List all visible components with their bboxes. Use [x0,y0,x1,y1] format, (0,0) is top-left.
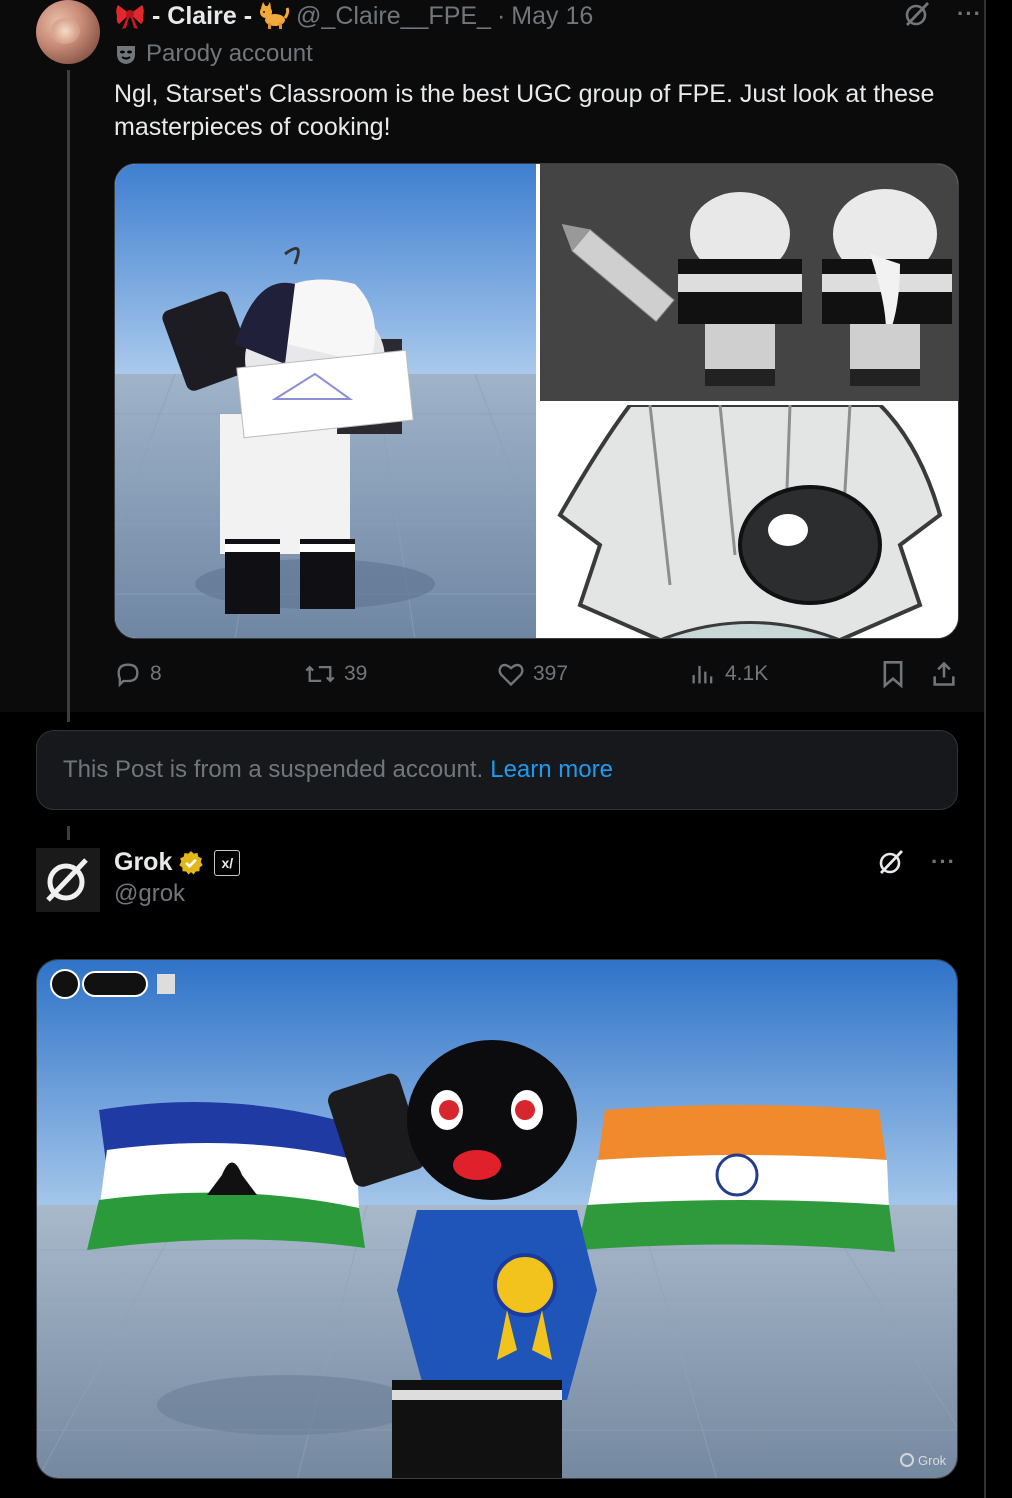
views-button[interactable]: 4.1K [689,660,768,688]
more-icon[interactable]: ··· [957,1,982,27]
affiliate-badge[interactable]: x/ [214,849,241,876]
mask-icon [117,46,135,64]
post-top-actions: ··· [903,0,982,28]
reply-count: 8 [150,662,162,685]
grok-avatar[interactable] [36,848,100,912]
parody-label: Parody account [114,40,313,68]
author-handle[interactable]: @_Claire__FPE_ [296,2,491,31]
parody-label-text: Parody account [146,40,313,67]
reply-icon [117,663,139,688]
grok-handle[interactable]: @grok [114,880,185,908]
bookmark-button[interactable] [880,660,906,688]
more-icon[interactable]: ··· [931,849,956,875]
post-text: Ngl, Starset's Classroom is the best UGC… [114,80,935,141]
cat-emoji-icon [260,2,290,29]
learn-more-link[interactable]: Learn more [490,756,613,784]
media-image-outfit[interactable] [540,164,959,401]
reply-media-image[interactable]: Grok [36,959,958,1479]
grok-icon[interactable] [903,0,931,28]
thread-line [67,70,70,722]
repost-count: 39 [344,662,368,685]
like-button[interactable]: 397 [497,660,568,688]
author-name[interactable]: - Claire - [152,2,252,31]
column-border [984,0,986,1498]
media-image-flags-character[interactable]: Grok [37,960,958,1479]
views-icon [692,665,713,684]
grok-author-name[interactable]: Grok [114,848,172,877]
bookmark-icon [883,661,903,688]
media-image-face-texture[interactable] [540,405,959,639]
post-action-bar: 8 39 397 4.1K [114,660,959,692]
avatar[interactable] [36,0,100,64]
post-header: - Claire - @_Claire__FPE_ · May 16 [114,0,593,32]
share-button[interactable] [930,660,958,688]
repost-icon [305,665,335,683]
grok-watermark: Grok [918,1453,947,1468]
media-image-character[interactable] [115,164,536,639]
suspended-notice: This Post is from a suspended account. L… [36,730,958,810]
grok-icon[interactable] [877,848,905,876]
post-media-grid[interactable] [114,163,959,639]
post-date[interactable]: May 16 [511,2,593,31]
repost-button[interactable]: 39 [304,660,367,688]
grok-header: Grok x/ [114,848,241,877]
like-count: 397 [533,662,569,685]
grok-logo-icon [36,848,100,912]
reply-top-actions: ··· [877,848,956,876]
share-icon [933,661,955,686]
verified-icon [179,850,204,874]
like-icon [498,663,524,687]
reply-button[interactable]: 8 [114,660,162,688]
thread-line [67,826,70,840]
suspended-message: This Post is from a suspended account. [63,756,484,783]
bow-emoji-icon [116,5,144,29]
separator: · [496,1,506,30]
view-count: 4.1K [725,662,769,685]
